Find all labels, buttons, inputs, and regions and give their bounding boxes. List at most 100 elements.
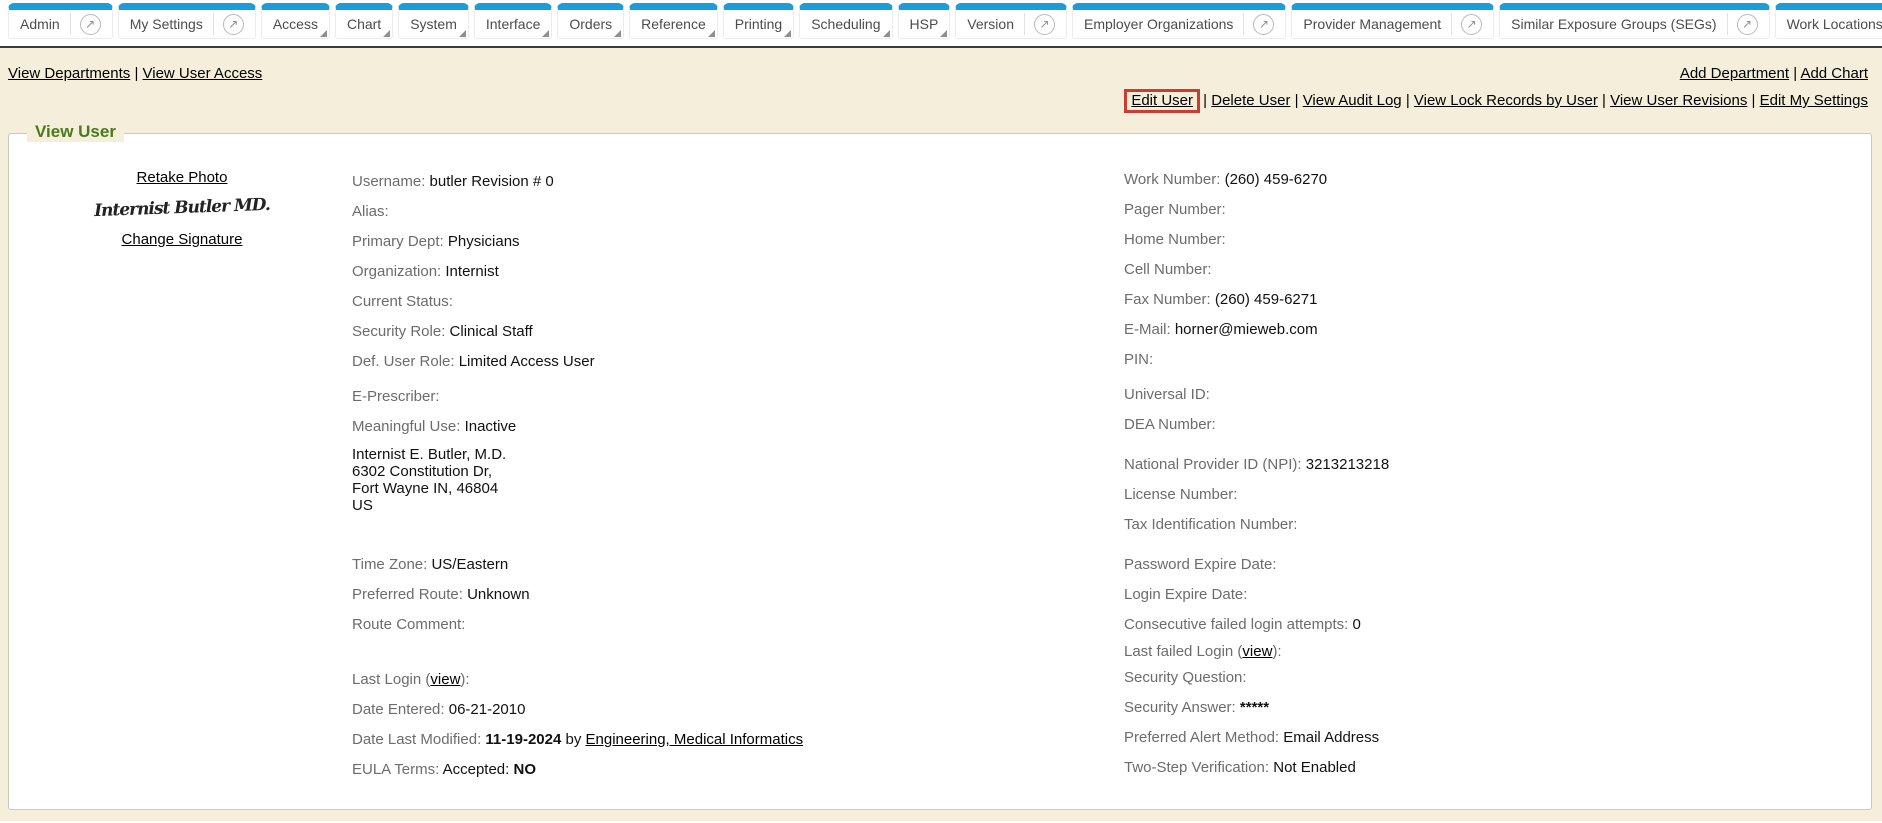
field-label: Organization:: [352, 263, 445, 280]
field-label: Current Status:: [352, 293, 453, 310]
open-in-new-window-icon[interactable]: ↗: [1727, 13, 1758, 35]
field-label: Tax Identification Number:: [1124, 516, 1297, 533]
user-action-links: Edit User | Delete User | View Audit Log…: [0, 82, 1882, 110]
tab-access[interactable]: Access: [261, 3, 330, 39]
action-delete-user[interactable]: Delete User: [1211, 92, 1290, 109]
field-row: Password Expire Date:: [1124, 550, 1389, 580]
field-label: Fax Number:: [1124, 291, 1215, 308]
field-value: NO: [513, 761, 536, 778]
field-row: Cell Number:: [1124, 255, 1389, 285]
tab-interface[interactable]: Interface: [474, 3, 552, 39]
nav-view-user-access[interactable]: View User Access: [143, 65, 263, 82]
field-value: Not Enabled: [1273, 759, 1356, 776]
tab-orders[interactable]: Orders: [557, 3, 624, 39]
tab-label: Provider Management: [1303, 16, 1441, 32]
field-label: Primary Dept:: [352, 233, 448, 250]
action-view-lock-records-by-user[interactable]: View Lock Records by User: [1414, 92, 1598, 109]
action-view-user-revisions[interactable]: View User Revisions: [1610, 92, 1747, 109]
inline-link[interactable]: view: [430, 671, 460, 688]
field-row: Two-Step Verification: Not Enabled: [1124, 753, 1389, 783]
dropdown-corner-icon: [883, 30, 890, 37]
tab-provider-management[interactable]: Provider Management ↗: [1291, 3, 1494, 39]
tab-chart[interactable]: Chart: [335, 3, 393, 39]
tab-label: My Settings: [130, 16, 203, 32]
field-row: Internist E. Butler, M.D. 6302 Constitut…: [352, 442, 803, 514]
link-separator: |: [1789, 65, 1800, 82]
field-label: ):: [1272, 643, 1281, 660]
nav-view-departments[interactable]: View Departments: [8, 65, 130, 82]
link-separator: |: [1290, 92, 1302, 109]
tab-label: Printing: [735, 16, 782, 32]
open-in-new-window-icon[interactable]: ↗: [1451, 13, 1482, 35]
dropdown-corner-icon: [614, 30, 621, 37]
field-row: Security Answer: *****: [1124, 693, 1389, 723]
action-edit-user[interactable]: Edit User: [1131, 92, 1193, 109]
tab-hsp[interactable]: HSP: [898, 3, 951, 39]
change-signature-link[interactable]: Change Signature: [62, 224, 302, 255]
field-row: Preferred Alert Method: Email Address: [1124, 723, 1389, 753]
tab-label: System: [410, 16, 457, 32]
link-separator: |: [1402, 92, 1414, 109]
field-value: Unknown: [467, 586, 530, 603]
tab-system[interactable]: System: [398, 3, 469, 39]
field-row: Security Role: Clinical Staff: [352, 317, 803, 347]
inline-link[interactable]: Engineering, Medical Informatics: [586, 731, 804, 748]
field-label: Security Question:: [1124, 669, 1247, 686]
action-view-audit-log[interactable]: View Audit Log: [1303, 92, 1402, 109]
field-row: Consecutive failed login attempts: 0: [1124, 610, 1389, 640]
tab-printing[interactable]: Printing: [723, 3, 794, 39]
link-separator: |: [1199, 92, 1211, 109]
field-value: *****: [1240, 699, 1269, 716]
field-label: Cell Number:: [1124, 261, 1212, 278]
open-in-new-window-icon[interactable]: ↗: [1024, 13, 1055, 35]
open-in-new-window-icon[interactable]: ↗: [1243, 13, 1274, 35]
tab-reference[interactable]: Reference: [629, 3, 718, 39]
tab-label: Admin: [20, 16, 60, 32]
field-label: E-Mail:: [1124, 321, 1175, 338]
open-in-new-window-icon[interactable]: ↗: [70, 13, 101, 35]
field-row: Organization: Internist: [352, 257, 803, 287]
tab-label: Employer Organizations: [1084, 16, 1233, 32]
tab-label: Work Locations: [1787, 16, 1882, 32]
field-label: Def. User Role:: [352, 353, 459, 370]
inline-link[interactable]: view: [1242, 643, 1272, 660]
field-label: Security Role:: [352, 323, 450, 340]
field-label: Last failed Login (: [1124, 643, 1242, 660]
dropdown-corner-icon: [940, 30, 947, 37]
field-label: EULA Terms:: [352, 761, 443, 778]
tab-label: Chart: [347, 16, 381, 32]
tab-label: Interface: [486, 16, 540, 32]
field-value: 0: [1352, 616, 1360, 633]
field-row: Login Expire Date:: [1124, 580, 1389, 610]
field-value: 06-21-2010: [449, 701, 526, 718]
tab-label: Access: [273, 16, 318, 32]
field-row: Last Login (view):: [352, 665, 803, 695]
tab-label: Version: [967, 16, 1014, 32]
field-row: Security Question:: [1124, 663, 1389, 693]
field-label: Date Entered:: [352, 701, 449, 718]
tab-similar-exposure-groups-segs[interactable]: Similar Exposure Groups (SEGs)↗: [1499, 3, 1769, 39]
dropdown-corner-icon: [708, 30, 715, 37]
tab-admin[interactable]: Admin ↗: [8, 3, 113, 39]
field-label: National Provider ID (NPI):: [1124, 456, 1306, 473]
user-details-column-left: Username: butler Revision # 0Alias:Prima…: [352, 167, 803, 785]
action-edit-my-settings[interactable]: Edit My Settings: [1760, 92, 1868, 109]
field-value: Accepted:: [443, 761, 514, 778]
retake-photo-link[interactable]: Retake Photo: [62, 162, 302, 193]
link-separator: |: [1598, 92, 1610, 109]
tab-version[interactable]: Version ↗: [955, 3, 1067, 39]
tab-my-settings[interactable]: My Settings ↗: [118, 3, 256, 39]
field-row: Home Number:: [1124, 225, 1389, 255]
tab-work-locations[interactable]: Work Locations↗: [1775, 3, 1882, 39]
nav-left-links: View Departments | View User Access: [8, 65, 262, 82]
nav-add-chart[interactable]: Add Chart: [1800, 65, 1868, 82]
tab-employer-organizations[interactable]: Employer Organizations ↗: [1072, 3, 1286, 39]
open-in-new-window-icon[interactable]: ↗: [213, 13, 244, 35]
field-value: Internist: [445, 263, 498, 280]
field-label: Work Number:: [1124, 171, 1225, 188]
field-label: Time Zone:: [352, 556, 431, 573]
nav-add-department[interactable]: Add Department: [1680, 65, 1789, 82]
tab-scheduling[interactable]: Scheduling: [799, 3, 892, 39]
field-label: Username:: [352, 173, 430, 190]
field-row: Tax Identification Number:: [1124, 510, 1389, 540]
